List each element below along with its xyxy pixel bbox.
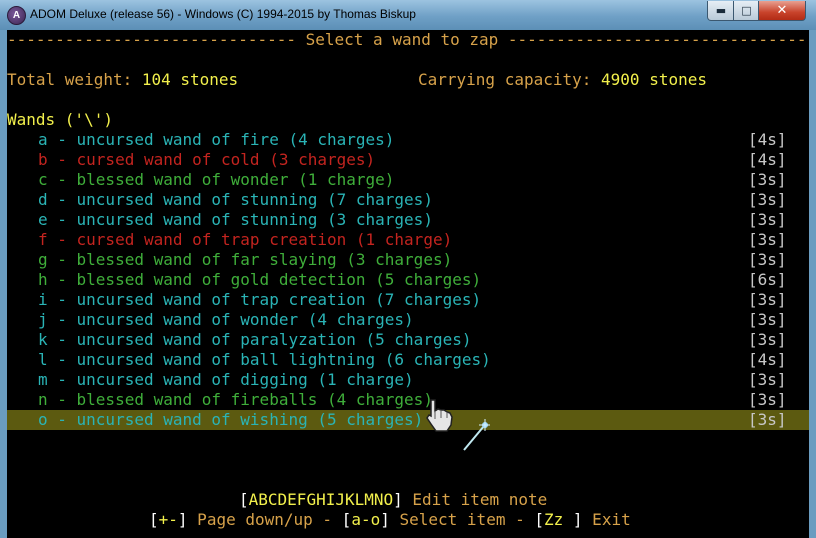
- minimize-button[interactable]: ▬: [707, 1, 735, 21]
- maximize-button[interactable]: □: [733, 1, 760, 21]
- wand-item-weight: [3s]: [748, 290, 787, 309]
- wand-item-label: e - uncursed wand of stunning (3 charges…: [38, 210, 433, 229]
- page-keys[interactable]: +-: [159, 510, 178, 529]
- wand-item-weight: [4s]: [748, 150, 787, 169]
- exit-keys[interactable]: Zz: [544, 510, 573, 529]
- wand-item-label: n - blessed wand of fireballs (4 charges…: [38, 390, 433, 409]
- window-title: ADOM Deluxe (release 56) - Windows (C) 1…: [30, 7, 416, 21]
- category-heading: Wands ('\'): [7, 110, 113, 129]
- header-rule-left: ------------------------------: [7, 30, 296, 49]
- carrying-capacity: Carrying capacity: 4900 stones: [418, 70, 707, 90]
- adom-app-icon[interactable]: A: [7, 6, 26, 25]
- wand-item-j[interactable]: j - uncursed wand of wonder (4 charges) […: [7, 310, 809, 330]
- wand-item-g[interactable]: g - blessed wand of far slaying (3 charg…: [7, 250, 809, 270]
- wand-item-weight: [6s]: [748, 270, 787, 289]
- wand-item-label: f - cursed wand of trap creation (1 char…: [38, 230, 453, 249]
- wand-item-weight: [3s]: [748, 250, 787, 269]
- hand-pointer-icon: [426, 399, 453, 432]
- wand-item-weight: [3s]: [748, 330, 787, 349]
- wand-item-weight: [4s]: [748, 130, 787, 149]
- close-button[interactable]: ✕: [758, 1, 806, 21]
- window-frame-right: [809, 30, 816, 538]
- note-keys[interactable]: ABCDEFGHIJKLMNO: [249, 490, 394, 509]
- wand-item-l[interactable]: l - uncursed wand of ball lightning (6 c…: [7, 350, 809, 370]
- wand-item-weight: [3s]: [748, 390, 787, 409]
- terminal-screen: ------------------------------ Select a …: [7, 30, 809, 538]
- wand-item-weight: [4s]: [748, 350, 787, 369]
- wand-item-label: l - uncursed wand of ball lightning (6 c…: [38, 350, 491, 369]
- command-hint: [+-] Page down/up - [a-o] Select item - …: [149, 510, 631, 529]
- wand-item-weight: [3s]: [748, 190, 787, 209]
- wand-item-weight: [3s]: [748, 170, 787, 189]
- wand-item-label: j - uncursed wand of wonder (4 charges): [38, 310, 414, 329]
- wand-item-label: d - uncursed wand of stunning (7 charges…: [38, 190, 433, 209]
- menu-header: ------------------------------ Select a …: [7, 30, 809, 50]
- wand-item-weight: [3s]: [748, 310, 787, 329]
- wand-item-e[interactable]: e - uncursed wand of stunning (3 charges…: [7, 210, 809, 230]
- wand-item-weight: [3s]: [748, 410, 787, 429]
- wand-item-d[interactable]: d - uncursed wand of stunning (7 charges…: [7, 190, 809, 210]
- total-weight-value: 104 stones: [141, 70, 239, 89]
- select-keys[interactable]: a-o: [351, 510, 380, 529]
- wand-item-label: k - uncursed wand of paralyzation (5 cha…: [38, 330, 472, 349]
- wand-item-o[interactable]: o - uncursed wand of wishing (5 charges)…: [7, 410, 809, 430]
- menu-title: Select a wand to zap: [295, 30, 508, 49]
- wand-item-label: m - uncursed wand of digging (1 charge): [38, 370, 414, 389]
- wand-item-m[interactable]: m - uncursed wand of digging (1 charge) […: [7, 370, 809, 390]
- window-frame-left: [0, 30, 7, 538]
- total-weight-label: Total weight:: [7, 70, 142, 89]
- wand-item-h[interactable]: h - blessed wand of gold detection (5 ch…: [7, 270, 809, 290]
- total-weight: Total weight: 104 stones: [7, 70, 238, 90]
- wand-item-weight: [3s]: [748, 210, 787, 229]
- wand-item-a[interactable]: a - uncursed wand of fire (4 charges) [4s…: [7, 130, 809, 150]
- carrying-capacity-label: Carrying capacity:: [418, 70, 602, 89]
- magic-wand-icon: [463, 419, 490, 451]
- wand-item-i[interactable]: i - uncursed wand of trap creation (7 ch…: [7, 290, 809, 310]
- exit-label: Exit: [582, 510, 631, 529]
- select-label: Select item -: [389, 510, 535, 529]
- wand-item-n[interactable]: n - blessed wand of fireballs (4 charges…: [7, 390, 809, 410]
- wand-item-weight: [3s]: [748, 370, 787, 389]
- wand-item-label: h - blessed wand of gold detection (5 ch…: [38, 270, 482, 289]
- edit-note-label: Edit item note: [402, 490, 548, 509]
- wand-item-c[interactable]: c - blessed wand of wonder (1 charge) [3s…: [7, 170, 809, 190]
- title-bar[interactable]: A ADOM Deluxe (release 56) - Windows (C)…: [0, 0, 816, 30]
- edit-note-hint: [ABCDEFGHIJKLMNO] Edit item note: [239, 490, 548, 509]
- header-rule-right: --------------------------------: [507, 30, 809, 49]
- wand-item-b[interactable]: b - cursed wand of cold (3 charges) [4s]: [7, 150, 809, 170]
- page-label: Page down/up -: [187, 510, 342, 529]
- wand-item-k[interactable]: k - uncursed wand of paralyzation (5 cha…: [7, 330, 809, 350]
- carrying-capacity-value: 4900 stones: [601, 70, 707, 89]
- wand-item-weight: [3s]: [748, 230, 787, 249]
- wand-item-label: i - uncursed wand of trap creation (7 ch…: [38, 290, 482, 309]
- wand-item-label: g - blessed wand of far slaying (3 charg…: [38, 250, 453, 269]
- wand-item-label: c - blessed wand of wonder (1 charge): [38, 170, 395, 189]
- wand-item-f[interactable]: f - cursed wand of trap creation (1 char…: [7, 230, 809, 250]
- wand-item-label: o - uncursed wand of wishing (5 charges): [38, 410, 424, 429]
- wand-item-label: a - uncursed wand of fire (4 charges): [38, 130, 395, 149]
- app-window: A ADOM Deluxe (release 56) - Windows (C)…: [0, 0, 816, 538]
- wand-item-label: b - cursed wand of cold (3 charges): [38, 150, 376, 169]
